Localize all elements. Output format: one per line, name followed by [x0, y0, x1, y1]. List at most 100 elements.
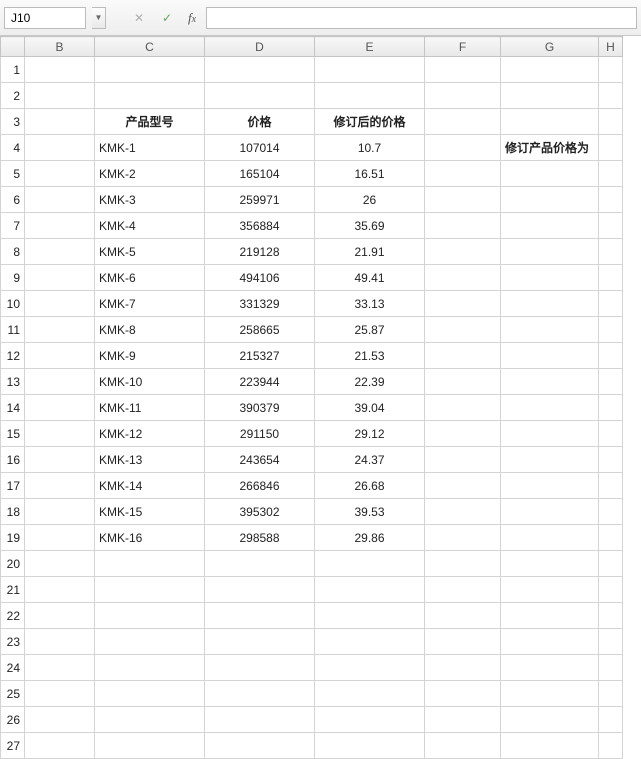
cell-F4[interactable]: [425, 135, 501, 161]
cell-H15[interactable]: [599, 421, 623, 447]
cell-H5[interactable]: [599, 161, 623, 187]
cell-C17[interactable]: KMK-14: [95, 473, 205, 499]
cell-D12[interactable]: 215327: [205, 343, 315, 369]
cell-H20[interactable]: [599, 551, 623, 577]
cell-D20[interactable]: [205, 551, 315, 577]
cell-H3[interactable]: [599, 109, 623, 135]
cell-F24[interactable]: [425, 655, 501, 681]
cell-E21[interactable]: [315, 577, 425, 603]
cell-B3[interactable]: [25, 109, 95, 135]
cell-D2[interactable]: [205, 83, 315, 109]
cell-E6[interactable]: 26: [315, 187, 425, 213]
cell-H6[interactable]: [599, 187, 623, 213]
row-header-16[interactable]: 16: [1, 447, 25, 473]
cell-B10[interactable]: [25, 291, 95, 317]
cell-E13[interactable]: 22.39: [315, 369, 425, 395]
cell-D3[interactable]: 价格: [205, 109, 315, 135]
cell-F20[interactable]: [425, 551, 501, 577]
cell-G2[interactable]: [501, 83, 599, 109]
cell-F12[interactable]: [425, 343, 501, 369]
cell-G21[interactable]: [501, 577, 599, 603]
cell-H12[interactable]: [599, 343, 623, 369]
cell-C21[interactable]: [95, 577, 205, 603]
cell-H23[interactable]: [599, 629, 623, 655]
cell-G13[interactable]: [501, 369, 599, 395]
column-header-H[interactable]: H: [599, 37, 623, 57]
cell-H21[interactable]: [599, 577, 623, 603]
cell-B6[interactable]: [25, 187, 95, 213]
cell-B22[interactable]: [25, 603, 95, 629]
cell-H27[interactable]: [599, 733, 623, 759]
cell-G3[interactable]: [501, 109, 599, 135]
cell-C5[interactable]: KMK-2: [95, 161, 205, 187]
cell-F15[interactable]: [425, 421, 501, 447]
cell-E17[interactable]: 26.68: [315, 473, 425, 499]
cell-C2[interactable]: [95, 83, 205, 109]
cell-G27[interactable]: [501, 733, 599, 759]
cell-C22[interactable]: [95, 603, 205, 629]
cell-E4[interactable]: 10.7: [315, 135, 425, 161]
cell-D23[interactable]: [205, 629, 315, 655]
cell-H26[interactable]: [599, 707, 623, 733]
cell-D18[interactable]: 395302: [205, 499, 315, 525]
cell-G9[interactable]: [501, 265, 599, 291]
cell-G18[interactable]: [501, 499, 599, 525]
cell-G4[interactable]: 修订产品价格为: [501, 135, 599, 161]
cell-C7[interactable]: KMK-4: [95, 213, 205, 239]
cell-F19[interactable]: [425, 525, 501, 551]
cell-D6[interactable]: 259971: [205, 187, 315, 213]
cell-D15[interactable]: 291150: [205, 421, 315, 447]
cell-B1[interactable]: [25, 57, 95, 83]
cell-B17[interactable]: [25, 473, 95, 499]
cell-E23[interactable]: [315, 629, 425, 655]
cell-H4[interactable]: [599, 135, 623, 161]
cell-E12[interactable]: 21.53: [315, 343, 425, 369]
cell-B20[interactable]: [25, 551, 95, 577]
select-all-corner[interactable]: [1, 37, 25, 57]
cell-D16[interactable]: 243654: [205, 447, 315, 473]
cell-E7[interactable]: 35.69: [315, 213, 425, 239]
cell-E14[interactable]: 39.04: [315, 395, 425, 421]
cell-E15[interactable]: 29.12: [315, 421, 425, 447]
cancel-button[interactable]: ✕: [128, 7, 150, 29]
cell-B11[interactable]: [25, 317, 95, 343]
row-header-11[interactable]: 11: [1, 317, 25, 343]
cell-H16[interactable]: [599, 447, 623, 473]
cell-D4[interactable]: 107014: [205, 135, 315, 161]
cell-C16[interactable]: KMK-13: [95, 447, 205, 473]
cell-G5[interactable]: [501, 161, 599, 187]
cell-D5[interactable]: 165104: [205, 161, 315, 187]
cell-H11[interactable]: [599, 317, 623, 343]
cell-C27[interactable]: [95, 733, 205, 759]
row-header-5[interactable]: 5: [1, 161, 25, 187]
cell-E27[interactable]: [315, 733, 425, 759]
cell-B26[interactable]: [25, 707, 95, 733]
row-header-20[interactable]: 20: [1, 551, 25, 577]
row-header-23[interactable]: 23: [1, 629, 25, 655]
row-header-19[interactable]: 19: [1, 525, 25, 551]
enter-button[interactable]: ✓: [156, 7, 178, 29]
cell-B9[interactable]: [25, 265, 95, 291]
cell-C18[interactable]: KMK-15: [95, 499, 205, 525]
cell-G11[interactable]: [501, 317, 599, 343]
cell-C24[interactable]: [95, 655, 205, 681]
spreadsheet-grid[interactable]: BCDEFGH123产品型号价格修订后的价格4KMK-110701410.7修订…: [0, 36, 641, 759]
cell-G15[interactable]: [501, 421, 599, 447]
cell-E3[interactable]: 修订后的价格: [315, 109, 425, 135]
column-header-B[interactable]: B: [25, 37, 95, 57]
cell-G10[interactable]: [501, 291, 599, 317]
cell-D24[interactable]: [205, 655, 315, 681]
row-header-8[interactable]: 8: [1, 239, 25, 265]
cell-D14[interactable]: 390379: [205, 395, 315, 421]
cell-B2[interactable]: [25, 83, 95, 109]
cell-B15[interactable]: [25, 421, 95, 447]
cell-G26[interactable]: [501, 707, 599, 733]
cell-F16[interactable]: [425, 447, 501, 473]
row-header-21[interactable]: 21: [1, 577, 25, 603]
cell-G17[interactable]: [501, 473, 599, 499]
cell-F26[interactable]: [425, 707, 501, 733]
cell-F7[interactable]: [425, 213, 501, 239]
cell-C19[interactable]: KMK-16: [95, 525, 205, 551]
cell-E5[interactable]: 16.51: [315, 161, 425, 187]
cell-B4[interactable]: [25, 135, 95, 161]
